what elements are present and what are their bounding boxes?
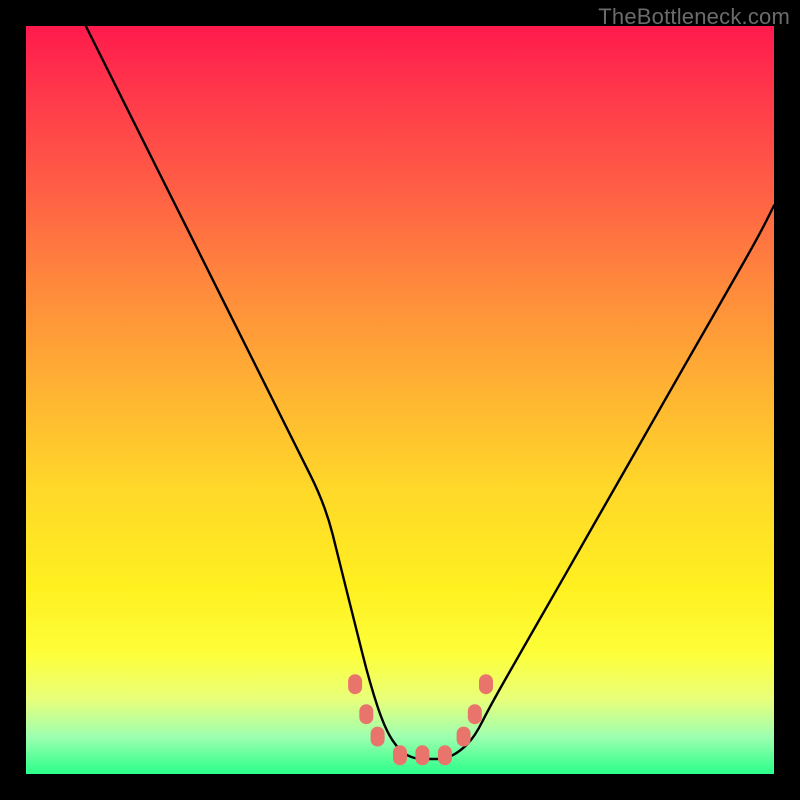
curve-marker [468, 704, 482, 724]
curve-markers [348, 674, 493, 765]
curve-marker [359, 704, 373, 724]
curve-marker [457, 727, 471, 747]
curve-marker [371, 727, 385, 747]
curve-marker [348, 674, 362, 694]
curve-marker [438, 745, 452, 765]
bottleneck-curve-path [86, 26, 774, 759]
curve-marker [415, 745, 429, 765]
curve-marker [393, 745, 407, 765]
bottleneck-curve-svg [26, 26, 774, 774]
curve-marker [479, 674, 493, 694]
chart-frame: TheBottleneck.com [0, 0, 800, 800]
plot-area [26, 26, 774, 774]
